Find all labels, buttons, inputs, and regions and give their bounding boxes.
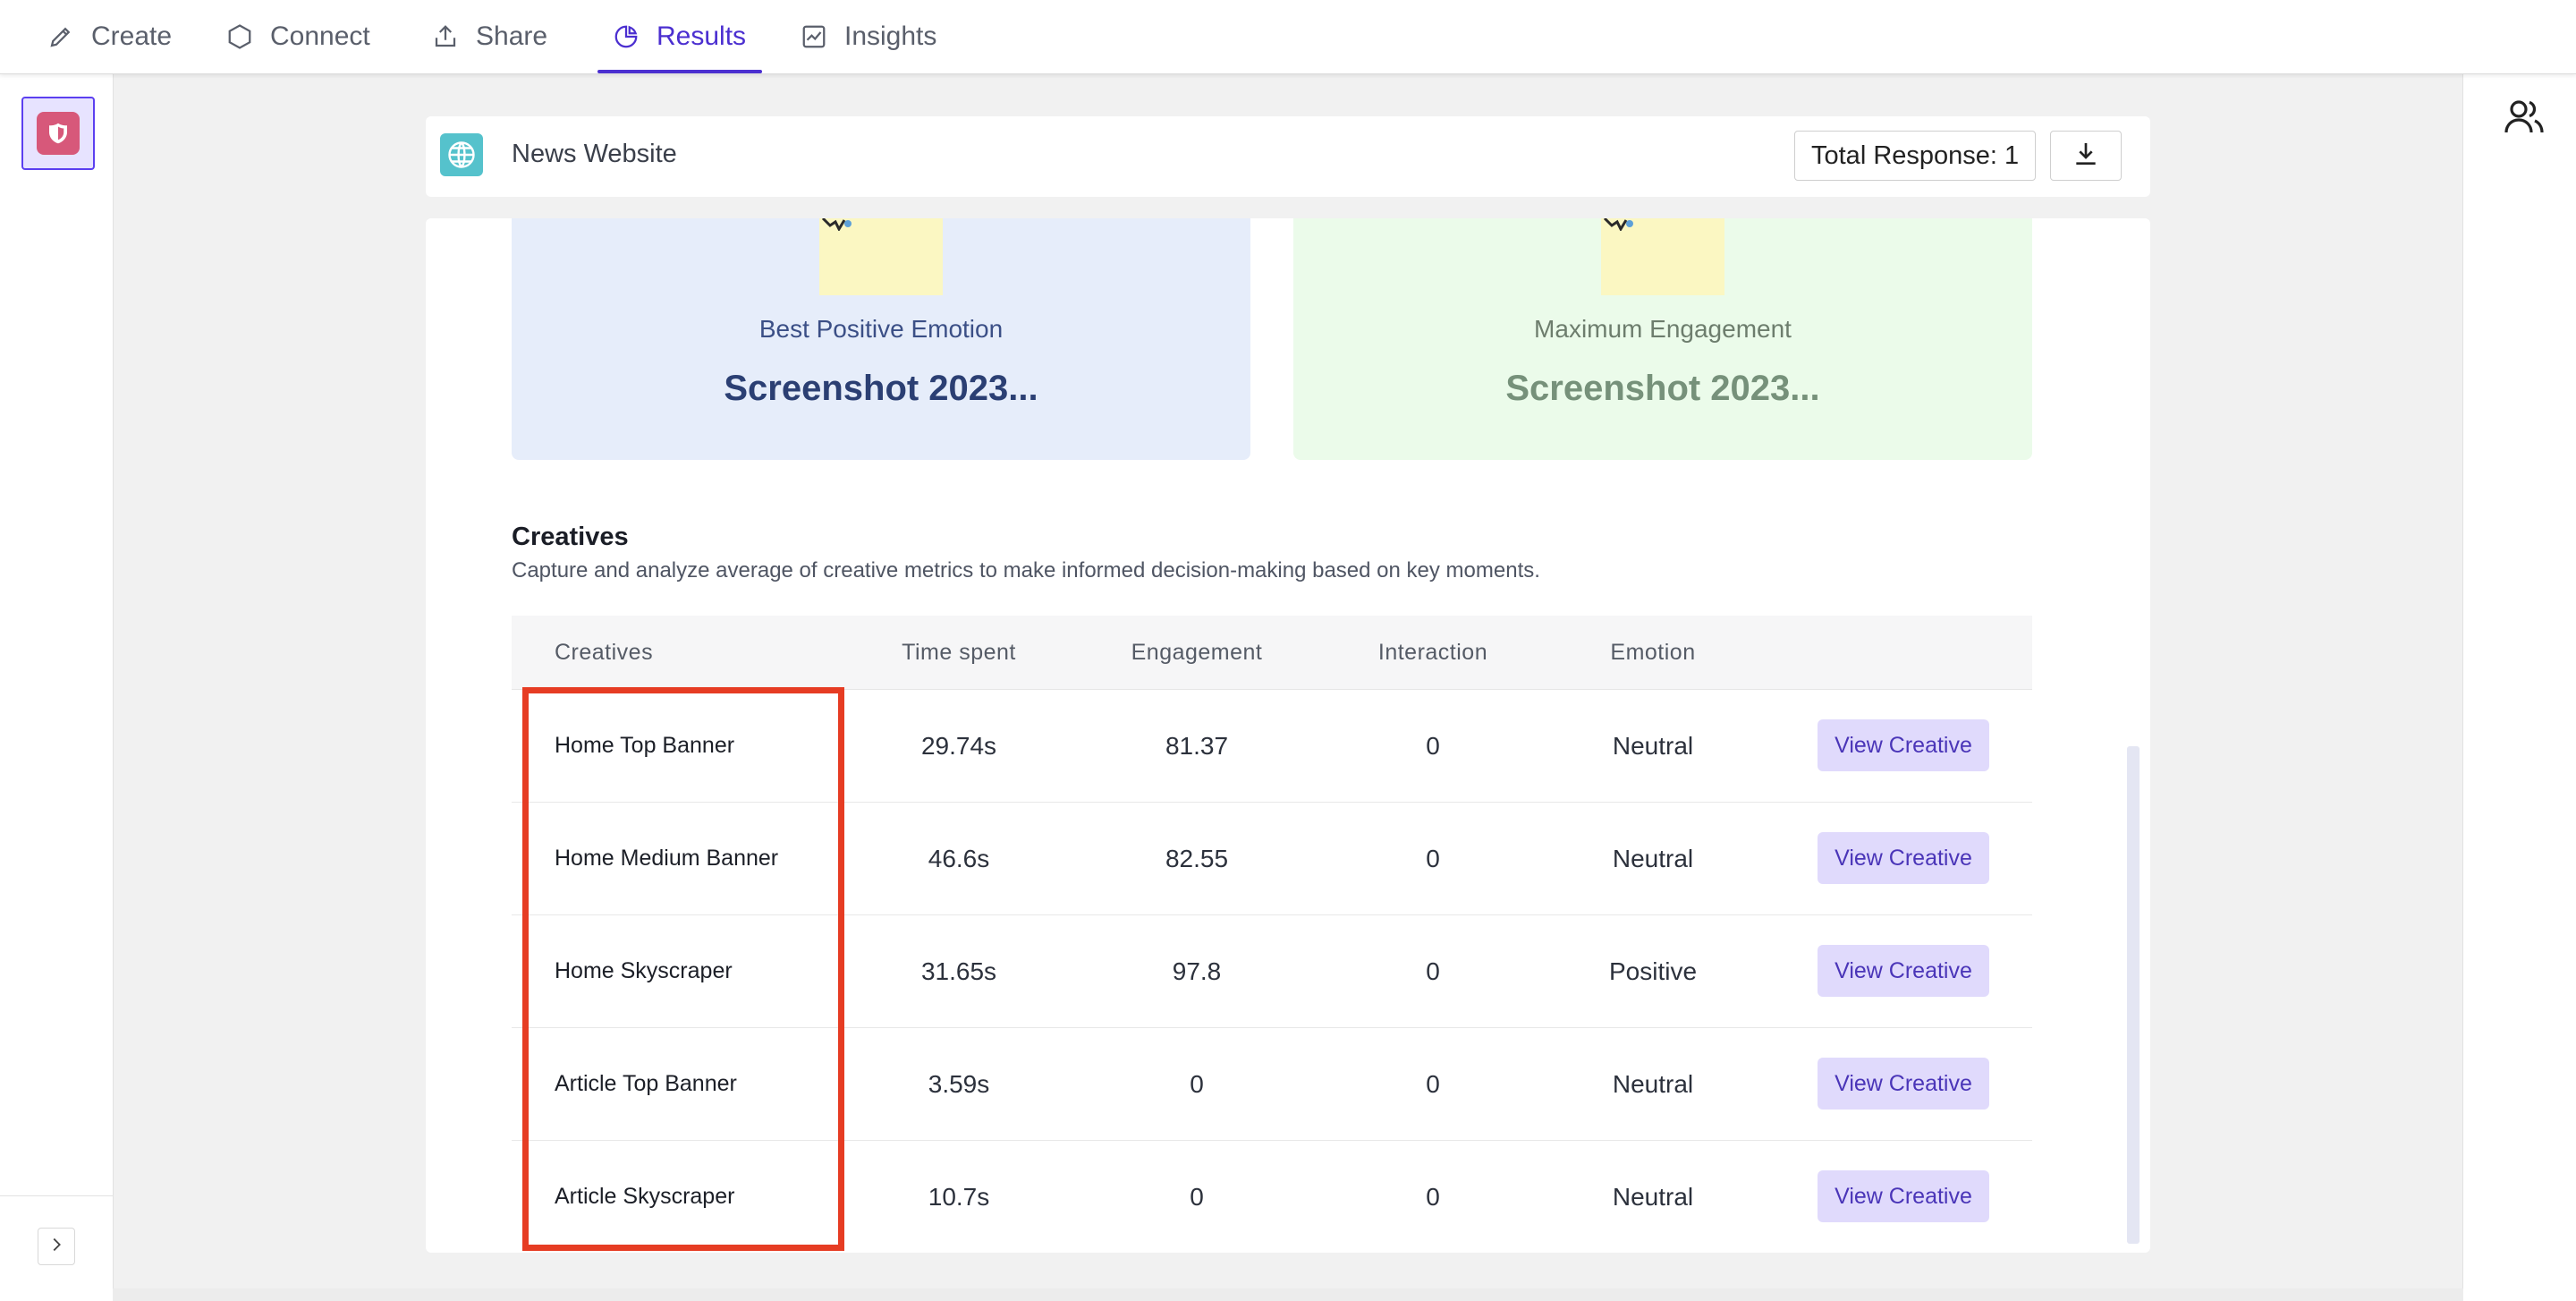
share-icon	[431, 22, 460, 51]
table-row: Home Skyscraper 31.65s 97.8 0 Positive V…	[512, 915, 2032, 1028]
download-button[interactable]	[2050, 131, 2122, 181]
shield-icon	[37, 112, 80, 155]
creatives-table: Creatives Time spent Engagement Interact…	[512, 616, 2032, 1253]
engagement: 82.55	[1165, 844, 1229, 872]
tab-connect[interactable]: Connect	[225, 0, 370, 73]
engagement: 97.8	[1172, 957, 1222, 985]
creative-thumbnail	[819, 218, 943, 295]
highlight-label: Maximum Engagement	[1534, 315, 1792, 343]
view-creative-button[interactable]: View Creative	[1818, 1058, 1989, 1110]
column-header: Time spent	[902, 639, 1016, 665]
tab-share[interactable]: Share	[431, 0, 547, 73]
chevron-right-icon	[47, 1235, 66, 1259]
emotion: Neutral	[1612, 731, 1694, 760]
results-panel: Best Positive Emotion Screenshot 2023...…	[426, 218, 2150, 1253]
table-row: Article Top Banner 3.59s 0 0 Neutral Vie…	[512, 1028, 2032, 1141]
view-creative-button[interactable]: View Creative	[1818, 945, 1989, 997]
time-spent: 46.6s	[928, 844, 990, 872]
section-description: Capture and analyze average of creative …	[512, 558, 1540, 582]
time-spent: 3.59s	[928, 1069, 990, 1098]
maximum-engagement-card: Maximum Engagement Screenshot 2023...	[1293, 218, 2032, 460]
creative-name: Article Skyscraper	[555, 1184, 735, 1209]
tab-label: Create	[91, 21, 173, 51]
engagement: 0	[1190, 1069, 1204, 1098]
tab-label: Results	[657, 21, 747, 51]
tab-insights[interactable]: Insights	[800, 0, 936, 73]
interaction: 0	[1426, 1069, 1440, 1098]
bottom-strip	[113, 1288, 2463, 1301]
left-sidebar	[0, 73, 114, 1301]
interaction: 0	[1426, 731, 1440, 760]
interaction: 0	[1426, 957, 1440, 985]
emotion: Neutral	[1612, 1182, 1694, 1211]
view-creative-button[interactable]: View Creative	[1818, 832, 1989, 884]
creative-thumbnail	[1601, 218, 1724, 295]
creative-name: Home Top Banner	[555, 733, 735, 758]
section-title: Creatives	[512, 523, 629, 551]
highlight-value: Screenshot 2023...	[1505, 369, 1820, 408]
users-icon[interactable]	[2503, 95, 2546, 138]
highlight-label: Best Positive Emotion	[758, 315, 1004, 343]
engagement: 0	[1190, 1182, 1204, 1211]
page-header: News Website Total Response: 1	[426, 116, 2150, 197]
time-spent: 29.74s	[920, 731, 997, 760]
page-title: News Website	[512, 140, 677, 168]
emotion: Positive	[1608, 957, 1698, 985]
emotion: Neutral	[1612, 1069, 1694, 1098]
time-spent: 31.65s	[920, 957, 997, 985]
column-header: Emotion	[1610, 639, 1696, 665]
view-creative-button[interactable]: View Creative	[1818, 1170, 1989, 1222]
creative-name: Home Medium Banner	[555, 846, 779, 871]
tab-label: Share	[476, 21, 548, 51]
interaction: 0	[1426, 1182, 1440, 1211]
hexagon-icon	[225, 22, 254, 51]
column-header: Interaction	[1377, 639, 1488, 665]
creative-name: Home Skyscraper	[555, 958, 733, 983]
tab-results[interactable]: Results	[597, 0, 763, 73]
sidebar-divider	[0, 1195, 113, 1196]
expand-sidebar-button[interactable]	[38, 1228, 75, 1265]
right-sidebar	[2462, 73, 2576, 1301]
engagement: 81.37	[1165, 731, 1229, 760]
column-header: Engagement	[1131, 639, 1263, 665]
emotion: Neutral	[1612, 844, 1694, 872]
line-chart-icon	[800, 22, 828, 51]
project-avatar[interactable]	[21, 97, 95, 170]
highlight-value: Screenshot 2023...	[724, 369, 1038, 408]
pie-chart-icon	[612, 22, 640, 51]
column-header: Creatives	[555, 639, 654, 665]
table-header: Creatives Time spent Engagement Interact…	[512, 616, 2032, 690]
table-row: Home Medium Banner 46.6s 82.55 0 Neutral…	[512, 803, 2032, 915]
scrollbar[interactable]	[2127, 746, 2140, 1244]
interaction: 0	[1426, 844, 1440, 872]
total-response-badge[interactable]: Total Response: 1	[1794, 131, 2037, 181]
tab-create[interactable]: Create	[47, 0, 172, 73]
view-creative-button[interactable]: View Creative	[1818, 719, 1989, 771]
top-nav: Create Connect Share Results Insights	[0, 0, 2576, 74]
table-row: Home Top Banner 29.74s 81.37 0 Neutral V…	[512, 690, 2032, 803]
best-positive-emotion-card: Best Positive Emotion Screenshot 2023...	[512, 218, 1250, 460]
time-spent: 10.7s	[928, 1182, 990, 1211]
download-icon	[2072, 140, 2100, 173]
tab-label: Connect	[270, 21, 370, 51]
globe-icon	[440, 133, 483, 176]
creative-name: Article Top Banner	[555, 1071, 737, 1096]
tab-label: Insights	[844, 21, 937, 51]
table-row: Article Skyscraper 10.7s 0 0 Neutral Vie…	[512, 1141, 2032, 1253]
pencil-icon	[47, 22, 75, 51]
